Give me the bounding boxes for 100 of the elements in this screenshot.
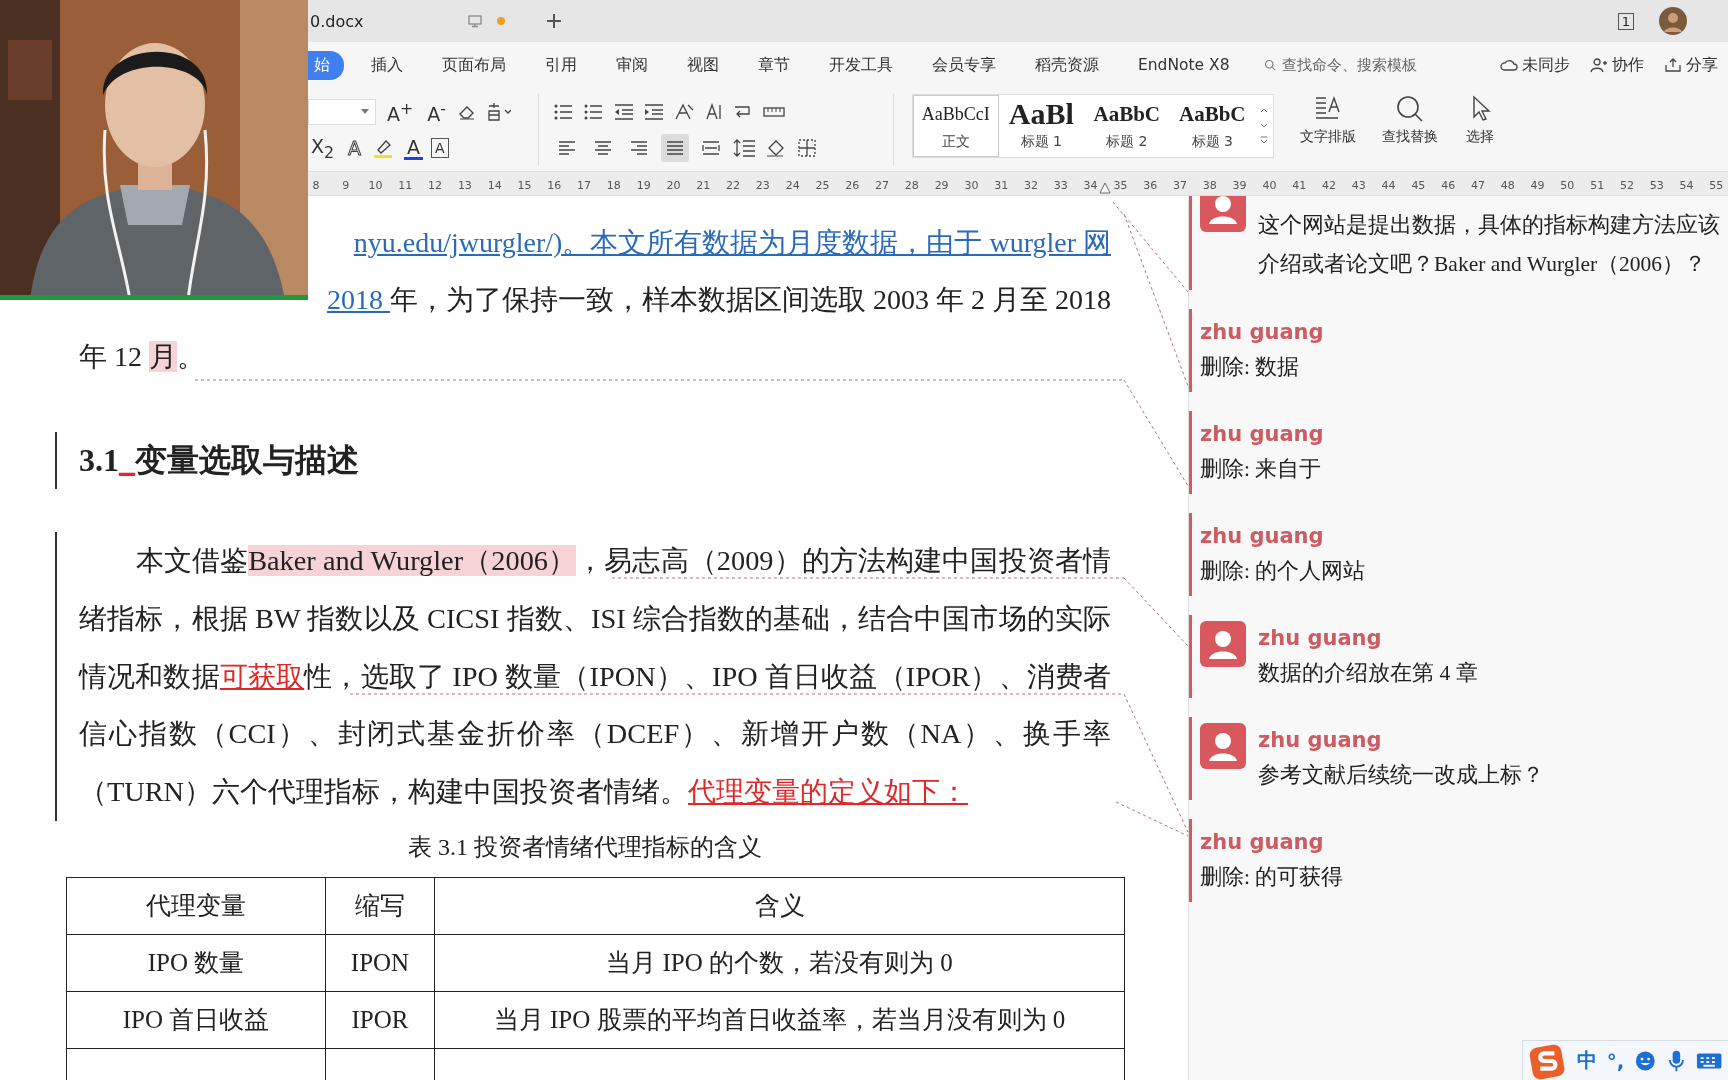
menu-tab[interactable]: 页面布局	[423, 50, 525, 80]
menu-tab[interactable]: EndNote X8	[1119, 52, 1249, 78]
font-size-field[interactable]	[308, 99, 376, 125]
search-field[interactable]: 查找命令、搜索模板	[1263, 55, 1444, 75]
ruler-number: 40	[1262, 179, 1277, 192]
borders-icon[interactable]	[797, 138, 819, 158]
font-color-button[interactable]: A	[404, 136, 424, 160]
ruler-number: 20	[666, 179, 681, 192]
ruler-number: 33	[1053, 179, 1068, 192]
outdent-icon[interactable]	[613, 102, 635, 122]
menu-tab[interactable]: 视图	[668, 50, 738, 80]
monitor-icon[interactable]	[467, 13, 484, 29]
ruler-number: 21	[696, 179, 711, 192]
comment-author: zhu guang	[1200, 829, 1325, 856]
gallery-scroll-icon[interactable]	[1259, 106, 1269, 146]
body-text: 年 12	[79, 341, 143, 372]
ribbon-button[interactable]: 文字排版	[1300, 94, 1356, 146]
style-label: 正文	[941, 133, 970, 151]
style-option[interactable]: AaBbC 标题 2	[1084, 95, 1170, 157]
link[interactable]: nyu.edu/jwurgler/)。本文所有数据为月度数据，由于 wurgler 网	[353, 227, 1111, 258]
comment-text: 这个网站是提出数据，具体的指标构建方法应该	[1258, 212, 1720, 239]
ribbon-button[interactable]: 选择	[1464, 94, 1496, 146]
comment-author: zhu guang	[1200, 523, 1325, 550]
indent-marker-icon[interactable]	[1099, 180, 1111, 194]
ruler-number: 31	[994, 179, 1009, 192]
line-spacing-icon[interactable]	[733, 138, 757, 158]
ruler-number: 15	[517, 179, 532, 192]
ruler-number: 54	[1679, 179, 1694, 192]
menu-tab[interactable]: 插入	[352, 50, 422, 80]
ruler-number: 49	[1530, 179, 1545, 192]
ruler-number: 46	[1441, 179, 1456, 192]
style-option[interactable]: AaBl 标题 1	[998, 95, 1084, 157]
ruler-number: 17	[577, 179, 592, 192]
justify-align-icon	[666, 140, 684, 156]
section-heading: 变量选取与描述	[135, 442, 359, 478]
style-sample: AaBbC	[1179, 101, 1246, 127]
distributed-align-icon	[702, 140, 720, 156]
indent-icon[interactable]	[643, 102, 665, 122]
table-cell: IPO 首日收益	[66, 991, 326, 1049]
ruler-number: 48	[1500, 179, 1515, 192]
ruler-number: 36	[1143, 179, 1158, 192]
table-cell: 当月 IPO 股票的平均首日收益率，若当月没有则为 0	[434, 991, 1125, 1049]
font-size-button[interactable]: A$^{+}$	[384, 98, 417, 126]
user-avatar-icon	[1200, 723, 1246, 769]
toolbar-button[interactable]: 分享	[1664, 54, 1718, 76]
input-mode-toggle[interactable]: 中	[1576, 1047, 1597, 1074]
center-align-icon	[594, 140, 612, 156]
numbering-icon[interactable]	[583, 102, 605, 122]
bullets-icon[interactable]	[553, 102, 575, 122]
menu-tab[interactable]: 审阅	[597, 50, 667, 80]
punctuation-toggle[interactable]: °,	[1606, 1048, 1625, 1073]
menu-tab[interactable]: 会员专享	[913, 50, 1015, 80]
menu-tab[interactable]: 章节	[739, 50, 809, 80]
left-align-icon	[558, 140, 576, 156]
comment-author: zhu guang	[1200, 319, 1324, 346]
ruler-number: 38	[1202, 179, 1217, 192]
table-cell: IPO 数量	[66, 934, 326, 992]
subscript-button[interactable]: X$_{2}$	[308, 134, 338, 162]
ruler-number: 19	[636, 179, 651, 192]
style-label: 标题 1	[1020, 133, 1062, 151]
style-option[interactable]: AaBbCcI 正文	[913, 95, 999, 157]
style-option[interactable]: AaBbC 标题 3	[1169, 95, 1255, 157]
font-size-button[interactable]: A$^{-}$	[424, 98, 449, 126]
tab-title: 0.docx	[310, 11, 364, 31]
deletion-text: 删除: 的个人网站	[1200, 558, 1366, 585]
column-header: 缩写	[325, 877, 435, 935]
toolbar-button[interactable]: 未同步	[1500, 54, 1570, 76]
character-border-button[interactable]: A	[431, 138, 449, 158]
comment-text: 介绍或者论文吧？Baker and Wurgler（2006）？	[1258, 251, 1708, 278]
ruler-number: 26	[845, 179, 860, 192]
ribbon-button[interactable]: 查找替换	[1382, 94, 1438, 146]
alignment-button[interactable]	[661, 134, 689, 162]
window-count[interactable]: 1	[1617, 12, 1634, 30]
style-sample: AaBl	[1008, 101, 1074, 127]
text-effect-button[interactable]: A	[345, 137, 365, 159]
link[interactable]: 2018	[327, 284, 390, 315]
paragraph: 本文借鉴Baker and Wurgler（2006），易志高（2009）的方法构建中国投资者情绪指标，根据 BW 指数以及 CICSI 指数、ISI 综合指数的基础，结合中国市场的实际情况和数据可获取性，选取了 IPO 数量（IPON）、IPO 首日收益（IPOR）、消费者信心指数（CCI）、封闭式基金折价率（DCEF）、新增开户数（NA）、换手率（TURN）六个代理指标，构建中国投资者情绪。代理变量的定义如下：	[79, 544, 1111, 810]
style-label: 标题 2	[1106, 133, 1148, 151]
ruler-number: 32	[1024, 179, 1038, 192]
phonetic-guide-icon[interactable]	[485, 102, 511, 122]
ruler-number: 37	[1173, 179, 1187, 192]
ruler-number: 34	[1083, 179, 1098, 192]
menu-tab[interactable]: 稻壳资源	[1016, 50, 1118, 80]
ruler-number: 18	[606, 179, 621, 192]
menu-tab[interactable]: 开发工具	[810, 50, 912, 80]
document-tab[interactable]: 0.docx	[310, 0, 524, 42]
table-cell: IPON	[325, 934, 435, 992]
comment-author: zhu guang	[1258, 625, 1383, 652]
toolbar-button[interactable]: 协作	[1590, 54, 1644, 76]
comment-text: 数据的介绍放在第 4 章	[1258, 660, 1478, 687]
ruler-number: 10	[368, 179, 383, 192]
menu-tab[interactable]: 引用	[526, 50, 596, 80]
menu-tab[interactable]: 始	[308, 50, 344, 80]
user-avatar-icon	[1200, 621, 1246, 667]
ruler-number: 25	[815, 179, 830, 192]
avatar-icon[interactable]	[1658, 6, 1688, 36]
ruler-number: 12	[428, 179, 443, 192]
ruler-number: 9	[342, 179, 350, 192]
new-tab-icon[interactable]	[545, 12, 564, 30]
people-icon	[1590, 57, 1608, 73]
